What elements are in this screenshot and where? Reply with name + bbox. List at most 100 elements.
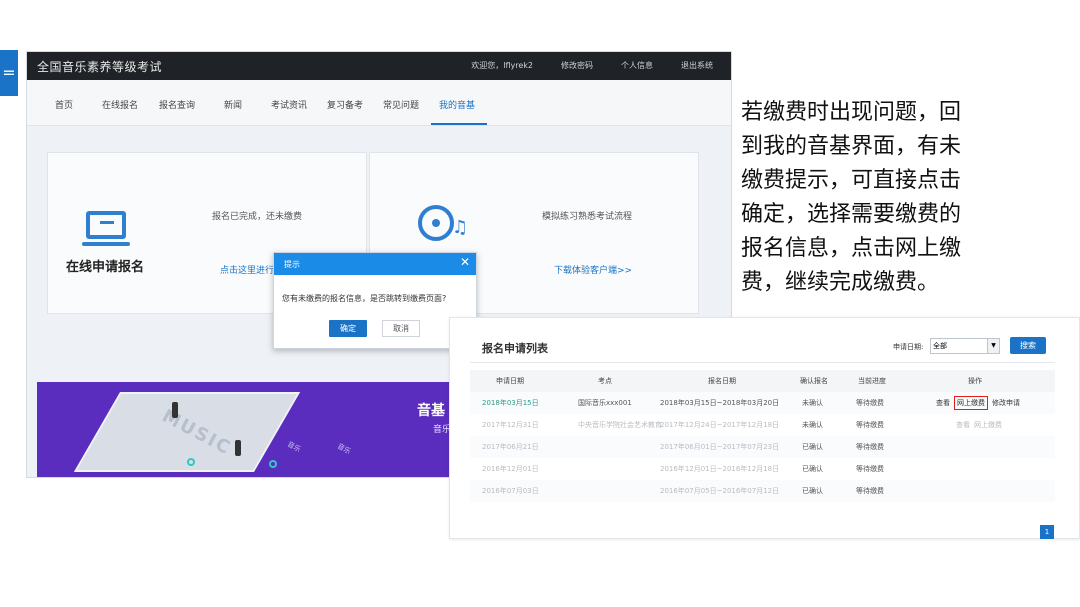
column-header: 考点 <box>598 377 612 385</box>
site-title: 全国音乐素养等级考试 <box>37 60 163 74</box>
progress-cell: 等待缴费 <box>856 443 884 451</box>
table-row: 2016年07月03日 2016年07月05日~2016年07月12日 已确认 等待缴… <box>470 480 1055 502</box>
nav-exam-info[interactable]: 考试资讯 <box>271 98 307 111</box>
column-header: 申请日期 <box>496 377 524 385</box>
actions-cell: 查看 网上缴费 修改申请 <box>936 392 1024 414</box>
exam-site-cell: 中央音乐学院社会艺术教育 <box>578 421 662 429</box>
apply-date-cell[interactable]: 2017年06月21日 <box>482 436 539 458</box>
top-bar: 全国音乐素养等级考试 欢迎您，lflyrek2 修改密码 个人信息 退出系统 <box>27 52 731 80</box>
column-header: 当前进度 <box>858 377 886 385</box>
nav-register-query[interactable]: 报名查询 <box>159 98 195 111</box>
progress-cell: 等待缴费 <box>856 465 884 473</box>
confirm-status-cell: 已确认 <box>802 465 823 473</box>
computer-icon <box>82 211 130 246</box>
instruction-line: 费，继续完成缴费。 <box>741 270 940 295</box>
dialog-message: 您有未缴费的报名信息，是否跳转到缴费页面? <box>282 294 447 303</box>
music-note-icon: ♫ <box>452 217 469 238</box>
change-password-link[interactable]: 修改密码 <box>561 60 593 71</box>
banner-tag: 音乐 <box>285 440 303 454</box>
apply-date-cell[interactable]: 2016年12月01日 <box>482 458 539 480</box>
banner-tag: 音乐 <box>335 442 353 456</box>
confirm-status-cell: 已确认 <box>802 443 823 451</box>
date-filter-select[interactable]: 全部 ▼ <box>930 338 1000 354</box>
continue-link[interactable]: 点击这里进行 <box>220 263 274 276</box>
progress-cell: 等待缴费 <box>856 399 884 407</box>
music-disc-icon <box>418 205 454 241</box>
registration-table: 申请日期 考点 报名日期 确认报名 当前进度 操作 2018年03月15日 国际音… <box>470 370 1055 502</box>
divider <box>470 362 1055 363</box>
table-header-row: 申请日期 考点 报名日期 确认报名 当前进度 操作 <box>470 370 1055 392</box>
nav-review[interactable]: 复习备考 <box>327 98 363 111</box>
slide: = 全国音乐素养等级考试 欢迎您，lflyrek2 修改密码 个人信息 退出系统… <box>0 0 1080 607</box>
table-row: 2018年03月15日 国际音乐xxx001 2018年03月15日~2018年03… <box>470 392 1055 414</box>
confirm-status-cell: 已确认 <box>802 487 823 495</box>
column-header: 操作 <box>968 377 982 385</box>
practice-status: 模拟练习熟悉考试流程 <box>542 212 633 222</box>
confirm-status-cell: 未确认 <box>802 421 823 429</box>
view-link[interactable]: 查看 <box>936 392 950 414</box>
banner-dot <box>187 458 195 466</box>
download-client-link[interactable]: 下载体验客户端>> <box>554 263 632 276</box>
instruction-line: 到我的音基界面，有未 <box>741 134 962 159</box>
nav-online-register[interactable]: 在线报名 <box>102 98 138 111</box>
table-title: 报名申请列表 <box>482 342 548 355</box>
table-row: 2017年12月31日 中央音乐学院社会艺术教育 2017年12月24日~2017年… <box>470 414 1055 436</box>
dialog-header: 提示 ✕ <box>274 253 476 275</box>
unpaid-dialog: 提示 ✕ 您有未缴费的报名信息，是否跳转到缴费页面? 确定 取消 <box>273 252 477 349</box>
progress-cell: 等待缴费 <box>856 487 884 495</box>
menu-icon[interactable]: = <box>0 50 18 96</box>
instruction-line: 若缴费时出现问题，回 <box>741 100 962 125</box>
progress-cell: 等待缴费 <box>856 421 884 429</box>
nav-news[interactable]: 新闻 <box>224 98 242 111</box>
banner-figure <box>235 440 241 456</box>
panel-title: 在线申请报名 <box>66 260 145 275</box>
pay-online-link[interactable]: 网上缴费 <box>974 414 1002 436</box>
nav-active-underline <box>431 123 487 125</box>
register-period-cell: 2016年07月05日~2016年07月12日 <box>660 487 780 495</box>
confirm-button[interactable]: 确定 <box>329 320 367 337</box>
instruction-line: 缴费提示，可直接点击 <box>741 168 962 193</box>
instruction-line: 确定，选择需要缴费的 <box>741 202 962 227</box>
table-row: 2016年12月01日 2016年12月01日~2016年12月18日 已确认 等待缴… <box>470 458 1055 480</box>
cancel-button[interactable]: 取消 <box>382 320 420 337</box>
banner-dot <box>269 460 277 468</box>
apply-date-cell[interactable]: 2017年12月31日 <box>482 414 539 436</box>
search-button[interactable]: 搜索 <box>1010 337 1046 354</box>
column-header: 报名日期 <box>708 377 736 385</box>
register-period-cell: 2017年06月01日~2017年07月23日 <box>660 443 780 451</box>
nav-my-music[interactable]: 我的音基 <box>439 98 475 111</box>
logout-link[interactable]: 退出系统 <box>681 60 713 71</box>
column-header: 确认报名 <box>800 377 828 385</box>
nav-faq[interactable]: 常见问题 <box>383 98 419 111</box>
banner-text: 音基 <box>417 403 445 419</box>
apply-date-cell[interactable]: 2018年03月15日 <box>482 392 539 414</box>
register-period-cell: 2017年12月24日~2017年12月18日 <box>660 421 780 429</box>
top-links: 欢迎您，lflyrek2 修改密码 个人信息 退出系统 <box>443 60 713 71</box>
date-filter-value: 全部 <box>933 342 947 350</box>
edit-application-link[interactable]: 修改申请 <box>992 392 1020 414</box>
chevron-down-icon[interactable]: ▼ <box>987 339 999 353</box>
close-icon[interactable]: ✕ <box>460 256 470 268</box>
table-body: 2018年03月15日 国际音乐xxx001 2018年03月15日~2018年03… <box>470 392 1055 502</box>
instruction-line: 报名信息，点击网上缴 <box>741 236 962 261</box>
exam-site-cell: 国际音乐xxx001 <box>578 399 632 407</box>
instruction-text: 若缴费时出现问题，回 到我的音基界面，有未 缴费提示，可直接点击 确定，选择需要… <box>741 96 1021 300</box>
pay-online-link[interactable]: 网上缴费 <box>954 396 988 410</box>
apply-date-cell[interactable]: 2016年07月03日 <box>482 480 539 502</box>
confirm-status-cell: 未确认 <box>802 399 823 407</box>
profile-link[interactable]: 个人信息 <box>621 60 653 71</box>
banner-figure <box>172 402 178 418</box>
welcome-text: 欢迎您，lflyrek2 <box>471 61 533 70</box>
main-nav: 首页 在线报名 报名查询 新闻 考试资讯 复习备考 常见问题 我的音基 <box>27 80 731 126</box>
dialog-title: 提示 <box>284 260 300 269</box>
register-period-cell: 2016年12月01日~2016年12月18日 <box>660 465 780 473</box>
register-status: 报名已完成，还未缴费 <box>212 212 303 222</box>
register-period-cell: 2018年03月15日~2018年03月20日 <box>660 399 780 407</box>
date-filter-label: 申请日期: <box>893 343 924 351</box>
nav-home[interactable]: 首页 <box>55 98 73 111</box>
page-button[interactable]: 1 <box>1040 525 1054 539</box>
actions-cell: 查看 网上缴费 <box>956 414 1006 436</box>
view-link[interactable]: 查看 <box>956 414 970 436</box>
registration-list-screenshot: 报名申请列表 申请日期: 全部 ▼ 搜索 申请日期 考点 报名日期 确认报名 当… <box>449 317 1080 539</box>
table-row: 2017年06月21日 2017年06月01日~2017年07月23日 已确认 等待缴… <box>470 436 1055 458</box>
